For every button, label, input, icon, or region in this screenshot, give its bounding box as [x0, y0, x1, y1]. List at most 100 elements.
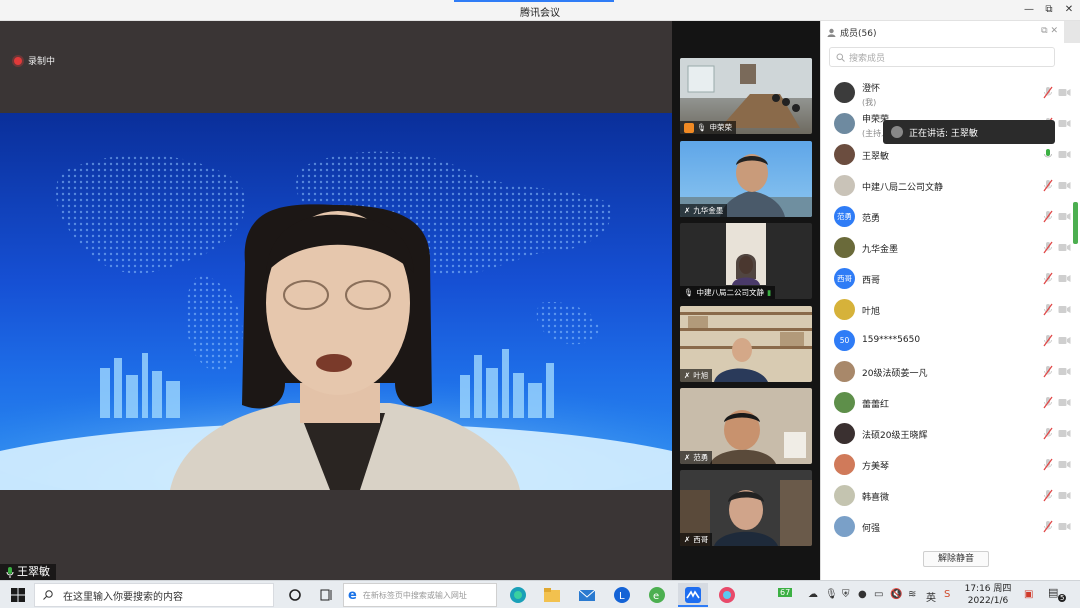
- microphone-muted-icon[interactable]: [1043, 489, 1053, 502]
- main-video-area[interactable]: 录制中 王翠敏: [0, 21, 672, 580]
- camera-icon[interactable]: [1058, 119, 1071, 128]
- member-row[interactable]: 澄怀 (我): [821, 78, 1071, 108]
- task-view-icon[interactable]: [286, 586, 304, 604]
- camera-icon[interactable]: [1058, 491, 1071, 500]
- member-list-scrollbar[interactable]: [1073, 202, 1078, 244]
- system-clock[interactable]: 17:16 周四 2022/1/6: [963, 583, 1013, 607]
- camera-icon[interactable]: [1058, 522, 1071, 531]
- member-name: 九华金墨: [862, 245, 899, 255]
- member-name: 20级法硕姜一凡: [862, 369, 928, 379]
- member-name: 范勇: [862, 214, 881, 224]
- microphone-muted-icon[interactable]: [1043, 179, 1053, 192]
- multitask-icon[interactable]: [318, 586, 336, 604]
- close-button[interactable]: ✕: [1062, 3, 1076, 17]
- member-avatar: 西哥: [834, 268, 855, 289]
- member-row[interactable]: 中建八局二公司文静: [821, 171, 1071, 201]
- volume-muted-icon[interactable]: 🔇: [890, 589, 902, 600]
- input-method-icon[interactable]: S: [944, 589, 950, 600]
- unmute-all-button[interactable]: 解除静音: [923, 551, 989, 567]
- app-tray-icon[interactable]: ●: [858, 589, 867, 600]
- camera-icon[interactable]: [1058, 88, 1071, 97]
- camera-icon[interactable]: [1058, 460, 1071, 469]
- camera-icon[interactable]: [1058, 274, 1071, 283]
- camera-icon[interactable]: [1058, 398, 1071, 407]
- member-row[interactable]: 范勇 范勇: [821, 202, 1071, 232]
- wifi-icon[interactable]: ≋: [908, 589, 916, 600]
- edge-browser-icon[interactable]: [509, 586, 527, 604]
- browser-address-box[interactable]: e 在新标签页中搜索或输入网址: [343, 583, 497, 607]
- battery-indicator[interactable]: 67: [778, 588, 793, 597]
- taskbar-search-box[interactable]: 在这里输入你要搜索的内容: [34, 583, 274, 607]
- member-row[interactable]: 20级法硕姜一凡: [821, 357, 1071, 387]
- minimize-button[interactable]: —: [1022, 3, 1036, 17]
- member-row[interactable]: 方美琴: [821, 450, 1071, 480]
- search-icon: [836, 53, 845, 62]
- notification-icon[interactable]: ▤: [1048, 586, 1058, 599]
- member-row[interactable]: 50 159****5650: [821, 326, 1071, 356]
- camera-icon[interactable]: [1058, 212, 1071, 221]
- speaking-tooltip-text: 正在讲话: 王翠敏: [909, 128, 978, 139]
- microphone-muted-icon[interactable]: [1043, 303, 1053, 316]
- microphone-muted-icon[interactable]: [1043, 334, 1053, 347]
- speaker-avatar: [891, 126, 903, 138]
- microphone-muted-icon[interactable]: [1043, 86, 1053, 99]
- thumbnail-label: 🎙 申荣荣: [680, 121, 737, 134]
- network-icon[interactable]: ☁: [808, 589, 818, 600]
- file-explorer-icon[interactable]: [543, 586, 561, 604]
- microphone-muted-icon[interactable]: [1043, 365, 1053, 378]
- thumbnail-video[interactable]: ✗ 叶旭: [680, 306, 812, 382]
- tencent-meeting-icon[interactable]: [684, 586, 702, 604]
- microphone-muted-icon[interactable]: [1043, 241, 1053, 254]
- member-row[interactable]: 韩喜微: [821, 481, 1071, 511]
- camera-icon[interactable]: [1058, 305, 1071, 314]
- thumbnail-video[interactable]: ✗ 九华金墨: [680, 141, 812, 217]
- camera-icon[interactable]: [1058, 336, 1071, 345]
- camera-icon[interactable]: [1058, 429, 1071, 438]
- windows-start-icon[interactable]: [11, 588, 25, 602]
- microphone-tray-icon[interactable]: 🎙: [825, 589, 838, 600]
- close-panel-icon[interactable]: ✕: [1050, 26, 1058, 36]
- thumbnail-video[interactable]: ✗ 范勇: [680, 388, 812, 464]
- member-row[interactable]: 蕾蕾红: [821, 388, 1071, 418]
- camera-icon[interactable]: [1058, 150, 1071, 159]
- camera-icon[interactable]: [1058, 367, 1071, 376]
- antivirus-icon[interactable]: ▣: [1024, 589, 1033, 600]
- camera-icon[interactable]: [1058, 243, 1071, 252]
- microphone-muted-icon[interactable]: [1043, 458, 1053, 471]
- microphone-active-icon[interactable]: [1043, 148, 1053, 161]
- panel-controls: ⧉ ✕: [1041, 26, 1058, 36]
- browser-app-icon[interactable]: [718, 586, 736, 604]
- member-row[interactable]: 九华金墨: [821, 233, 1071, 263]
- browser-e-icon[interactable]: e: [648, 586, 666, 604]
- member-search-input[interactable]: 搜索成员: [829, 47, 1055, 67]
- member-name: 方美琴: [862, 462, 890, 472]
- thumbnail-video[interactable]: ✗ 西哥: [680, 470, 812, 546]
- microphone-muted-icon[interactable]: [1043, 520, 1053, 533]
- member-avatar: [834, 516, 855, 537]
- member-row[interactable]: 法硕20级王晓辉: [821, 419, 1071, 449]
- security-icon[interactable]: ⛨: [842, 589, 850, 600]
- member-row[interactable]: 西哥 西哥: [821, 264, 1071, 294]
- microphone-muted-icon[interactable]: [1043, 272, 1053, 285]
- microphone-muted-icon[interactable]: [1043, 210, 1053, 223]
- microphone-muted-icon[interactable]: [1043, 427, 1053, 440]
- thumbnail-video[interactable]: 🎙 申荣荣: [680, 58, 812, 134]
- member-row[interactable]: 王翠敏: [821, 140, 1071, 170]
- mail-icon[interactable]: [578, 586, 596, 604]
- camera-icon[interactable]: [1058, 181, 1071, 190]
- signal-icon: ▮: [767, 288, 772, 297]
- app-l-icon[interactable]: L: [613, 586, 631, 604]
- mic-muted-icon: ✗: [684, 535, 691, 544]
- member-name: 法硕20级王晓辉: [862, 431, 928, 441]
- popout-icon[interactable]: ⧉: [1041, 26, 1047, 36]
- member-row[interactable]: 叶旭: [821, 295, 1071, 325]
- maximize-button[interactable]: ⧉: [1042, 3, 1056, 17]
- battery-icon[interactable]: ▭: [874, 589, 883, 600]
- title-bar: 腾讯会议 — ⧉ ✕: [0, 0, 1080, 21]
- member-avatar: [834, 423, 855, 444]
- panel-side-tab[interactable]: [1064, 21, 1080, 43]
- microphone-muted-icon[interactable]: [1043, 396, 1053, 409]
- ime-indicator[interactable]: 英: [926, 589, 936, 604]
- member-row[interactable]: 何强: [821, 512, 1071, 542]
- thumbnail-video[interactable]: 🎙 中建八局二公司文静 ▮: [680, 223, 812, 299]
